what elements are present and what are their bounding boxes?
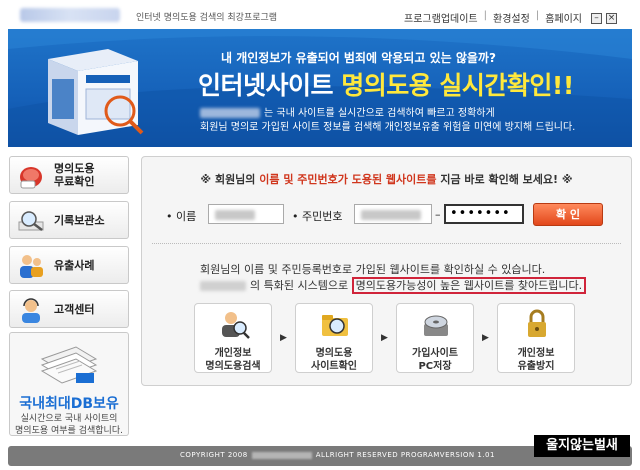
step-site-check: 명의도용 사이트확인: [295, 303, 373, 373]
headline-yellow: 명의도용 실시간확인!!: [341, 71, 574, 100]
sidebar-item-customer-center[interactable]: 고객센터: [9, 290, 129, 328]
update-link[interactable]: 프로그램업데이트: [404, 10, 478, 25]
sidebar-item-label: 기록보관소: [54, 214, 105, 227]
settings-link[interactable]: 환경설정: [493, 10, 530, 25]
arrow-icon: ▶: [280, 333, 287, 343]
step-line-2: 사이트확인: [311, 361, 357, 372]
ssn-label: • 주민번호: [292, 210, 343, 223]
search-person-icon: [222, 312, 250, 339]
sidebar-item-free-check[interactable]: 명의도용 무료확인: [9, 156, 129, 194]
blurred-name-value: [215, 210, 255, 220]
banner-subtext-1: 는 국내 사이트를 실시간으로 검색하여 빠르고 정확하게: [200, 104, 495, 119]
disk-icon: [424, 315, 448, 336]
db-promo-box: 국내최대DB보유 실시간으로 국내 사이트의 명의도용 여부를 검색합니다.: [9, 332, 129, 436]
identity-form: • 이름 • 주민번호 – ••••••• 확 인: [142, 203, 631, 226]
step-line-2: 명의도용검색: [205, 361, 261, 372]
headline-white: 인터넷사이트: [198, 71, 342, 100]
step-leak-prevention: 개인정보 유출방지: [497, 303, 575, 373]
confirm-button[interactable]: 확 인: [533, 203, 603, 226]
hero-banner: 내 개인정보가 유출되어 범죄에 악용되고 있는 않을까? 인터넷사이트 명의도…: [8, 29, 632, 147]
banner-headline: 인터넷사이트 명의도용 실시간확인!!: [198, 66, 574, 102]
info-line-2-prefix: 의 특화된 시스템으로: [250, 279, 352, 292]
sidebar-item-label: 유출사례: [54, 259, 95, 272]
banner-subtext-2: 회원님 명의로 가입된 사이트 정보를 검색해 개인정보유출 위험을 미연에 방…: [200, 122, 576, 133]
notice-prefix: ※ 회원님의: [200, 173, 260, 186]
notice-text: ※ 회원님의 이름 및 주민번호가 도용된 웹사이트를 지금 바로 확인해 보세…: [142, 171, 631, 187]
menu-separator: |: [483, 10, 487, 21]
folder-icon: [322, 315, 348, 336]
menu-separator: |: [535, 10, 540, 21]
mouse-icon: [20, 167, 42, 189]
step-personal-search: 개인정보 명의도용검색: [194, 303, 272, 373]
title-bar: 인터넷 명의도용 검색의 최강프로그램 프로그램업데이트 | 환경설정 | 홈페…: [0, 0, 640, 28]
sidebar-item-label: 고객센터: [54, 303, 95, 316]
name-label: • 이름: [166, 210, 197, 223]
blurred-product-name: [200, 108, 260, 118]
app-title: 인터넷 명의도용 검색의 최강프로그램: [136, 13, 278, 23]
copyright-prefix: COPYRIGHT 2008: [180, 451, 248, 459]
notice-highlight: 이름 및 주민번호가 도용된 웹사이트를: [259, 173, 437, 186]
watermark-label: 울지않는벌새: [534, 435, 630, 457]
blurred-ssn-value: [361, 210, 421, 220]
notice-suffix: 지금 바로 확인해 보세요! ※: [436, 173, 573, 186]
software-box-icon: [48, 49, 144, 135]
label-line-1: 명의도용: [54, 162, 95, 175]
copyright-text: COPYRIGHT 2008 ALLRIGHT RESERVED PROGRAMV…: [180, 451, 495, 459]
sidebar-item-archive[interactable]: 기록보관소: [9, 201, 129, 239]
check-panel: ※ 회원님의 이름 및 주민번호가 도용된 웹사이트를 지금 바로 확인해 보세…: [141, 156, 632, 386]
sidebar-item-leak-cases[interactable]: 유출사례: [9, 246, 129, 284]
lock-icon: [528, 309, 546, 337]
db-desc-2: 명의도용 여부를 검색합니다.: [15, 426, 123, 436]
banner-question: 내 개인정보가 유출되어 범죄에 악용되고 있는 않을까?: [221, 51, 496, 65]
users-icon: [20, 255, 43, 278]
name-field[interactable]: [208, 204, 284, 224]
ssn-front-field[interactable]: [354, 204, 432, 224]
sidebar-item-label: 명의도용 무료확인: [54, 162, 94, 188]
blurred-product-name: [200, 281, 246, 291]
documents-icon: [40, 346, 98, 384]
step-line-2: 유출방지: [517, 361, 555, 372]
info-line-1: 회원님의 이름 및 주민등록번호로 가입된 웹사이트를 확인하실 수 있습니다.: [200, 263, 546, 276]
copyright-suffix: ALLRIGHT RESERVED PROGRAMVERSION 1.01: [315, 451, 495, 459]
app-logo: [20, 8, 120, 22]
ssn-back-password-field[interactable]: •••••••: [444, 204, 524, 224]
info-line-2: 의 특화된 시스템으로 명의도용가능성이 높은 웹사이트를 찾아드립니다.: [200, 277, 587, 294]
ssn-dash: –: [435, 208, 441, 221]
home-link[interactable]: 홈페이지: [545, 10, 582, 25]
headset-user-icon: [22, 298, 40, 323]
arrow-icon: ▶: [381, 333, 388, 343]
blurred-company-name: [251, 451, 312, 459]
minimize-button[interactable]: –: [591, 13, 602, 24]
divider: [152, 243, 621, 244]
label-line-2: 무료확인: [54, 175, 95, 188]
info-highlight-box: 명의도용가능성이 높은 웹사이트를 찾아드립니다.: [351, 277, 587, 294]
magnifier-icon: [18, 211, 44, 231]
top-menu: 프로그램업데이트 | 환경설정 | 홈페이지: [404, 10, 582, 25]
step-pc-save: 가입사이트 PC저장: [396, 303, 474, 373]
close-button[interactable]: ×: [606, 13, 617, 24]
arrow-icon: ▶: [482, 333, 489, 343]
step-line-2: PC저장: [418, 361, 452, 372]
db-title: 국내최대DB보유: [19, 396, 119, 412]
